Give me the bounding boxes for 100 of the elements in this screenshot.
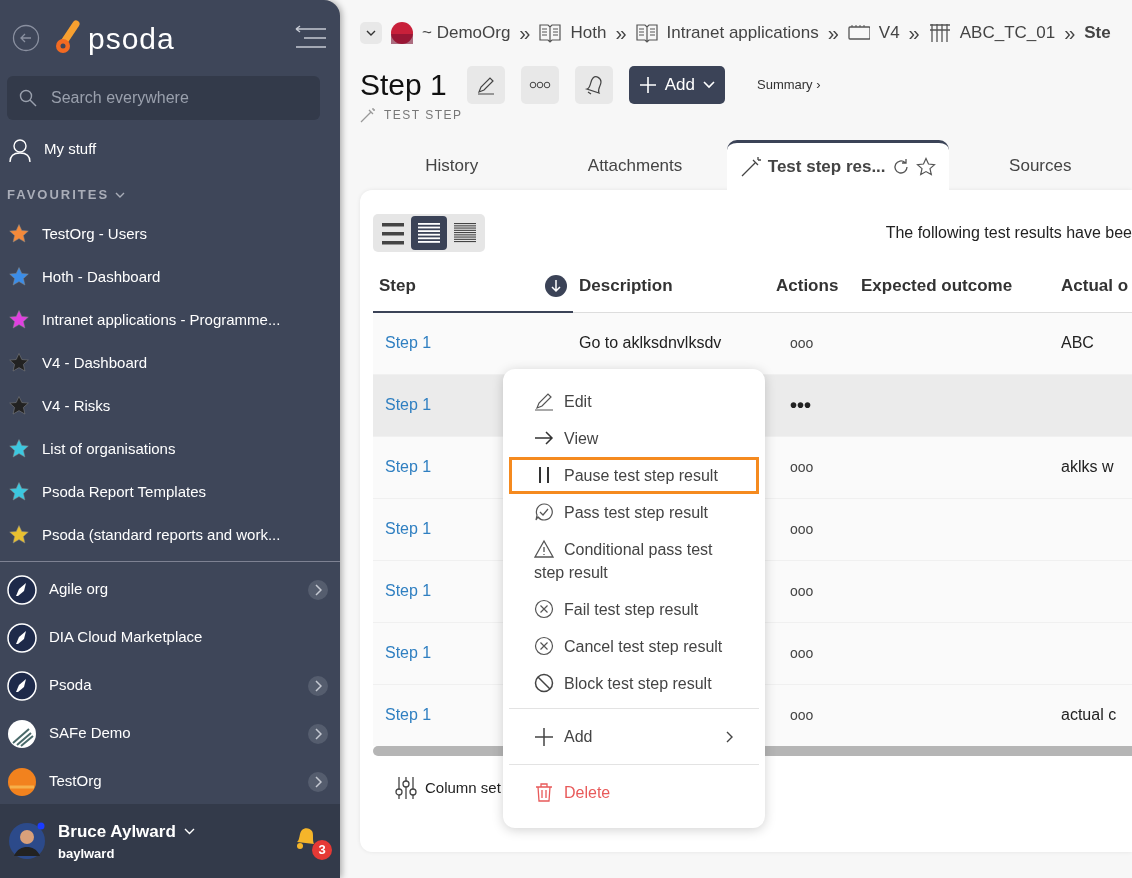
chevron-right-icon [314,583,322,596]
pencil-icon [534,391,554,411]
actions-button[interactable]: ••• [790,390,811,420]
column-settings-link[interactable]: Column set [425,776,501,800]
sort-down-icon[interactable] [545,274,567,297]
lines-icon [381,221,405,245]
avatar-icon[interactable] [8,822,46,860]
column-header[interactable]: Expected outcome [861,276,1013,295]
menu-item[interactable]: Block test step result [509,665,759,702]
summary-link[interactable]: Summary › [757,75,821,95]
menu-item[interactable]: Add [509,715,759,758]
organisation-link[interactable]: DIA Cloud Marketplace [49,626,328,649]
organisation-link[interactable]: TestOrg [49,770,296,793]
breadcrumb-link[interactable]: Hoth [570,20,607,46]
star-icon [8,395,30,417]
refresh-icon[interactable] [891,157,910,176]
actions-button[interactable]: ooo [790,581,814,602]
expand-button[interactable] [308,723,328,744]
menu-item[interactable]: Fail test step result [509,591,759,628]
favourite-link[interactable]: Psoda Report Templates [42,480,206,504]
chevron-down-icon[interactable] [183,827,195,836]
pencil-icon [475,75,496,95]
favourite-link[interactable]: Hoth - Dashboard [42,265,161,289]
menu-item[interactable]: Conditional pass test step result [509,531,759,591]
notify-button[interactable] [574,66,613,104]
org-avatar-icon [391,22,413,44]
expand-button[interactable] [308,579,328,600]
tab[interactable]: History [360,142,544,190]
breadcrumb-link[interactable]: ~ DemoOrg [422,20,511,46]
favourite-link[interactable]: List of organisations [42,437,176,461]
column-header[interactable]: Actual o [1061,276,1129,295]
organisation-link[interactable]: Agile org [49,578,296,601]
back-icon[interactable] [12,24,40,52]
column-header[interactable]: Step [379,272,545,299]
more-button[interactable] [520,66,559,104]
column-header[interactable]: Actions [776,276,839,295]
breadcrumb-link[interactable]: V4 [878,20,900,46]
menu-item[interactable]: Delete [509,771,759,814]
tab[interactable]: Attachments [543,142,727,190]
organisation-link[interactable]: SAFe Demo [49,722,296,745]
chevron-right-icon [726,730,734,743]
caret-icon [703,81,715,89]
step-link[interactable]: Step 1 [379,396,432,413]
actions-button[interactable]: ooo [790,333,814,354]
favourite-link[interactable]: V4 - Risks [42,394,111,418]
breadcrumb-link[interactable]: Intranet applications [666,20,819,46]
step-link[interactable]: Step 1 [379,582,432,599]
plus-icon [534,726,554,747]
search-input[interactable]: Search everywhere [49,85,289,111]
star-icon [8,481,30,503]
menu-item[interactable]: View [509,420,759,457]
search-field[interactable]: Search everywhere [7,76,320,120]
book-icon [635,22,658,44]
star-icon[interactable] [915,156,936,177]
expand-button[interactable] [308,675,328,696]
chevron-right-icon [314,727,322,740]
favourite-link[interactable]: TestOrg - Users [42,222,147,246]
actions-button[interactable]: ooo [790,457,814,478]
step-link[interactable]: Step 1 [379,520,432,537]
tab[interactable]: Sources [948,142,1132,190]
menu-item[interactable]: Edit [509,383,759,420]
step-link[interactable]: Step 1 [379,644,432,661]
section-heading: FAVOURITES [7,186,110,204]
edit-button[interactable] [466,66,505,104]
step-link[interactable]: Step 1 [379,334,432,352]
breadcrumb-link[interactable]: Ste [1084,20,1111,46]
organisation-link[interactable]: Psoda [49,674,296,697]
star-icon [8,223,30,245]
favourite-link[interactable]: Psoda (standard reports and work... [42,523,281,547]
username: baylward [58,845,116,863]
table-cell: aklks w [1061,458,1114,475]
chevron-right-icon [314,679,322,692]
tab[interactable]: Test step res... [726,140,949,190]
sliders-icon[interactable] [395,776,417,800]
actions-button[interactable]: ooo [790,643,814,664]
menu-item[interactable]: Cancel test step result [509,628,759,665]
favourite-link[interactable]: V4 - Dashboard [42,351,148,375]
user-name[interactable]: Bruce Aylward [58,818,176,844]
menu-item[interactable]: Pause test step result [509,457,759,494]
menu-item[interactable]: Pass test step result [509,494,759,531]
favourite-link[interactable]: Intranet applications - Programme... [42,308,281,332]
test-tubes-icon [928,22,951,44]
dropdown-button[interactable] [360,22,382,44]
my-stuff-link[interactable]: My stuff [44,138,97,161]
step-link[interactable]: Step 1 [379,706,432,724]
add-button[interactable]: Add [628,66,725,104]
x-circle-icon [534,636,554,656]
step-link[interactable]: Step 1 [379,458,432,475]
logo-text: psoda [88,20,175,57]
breadcrumb-separator: » [615,21,627,46]
expand-button[interactable] [308,771,328,792]
actions-button[interactable]: ooo [790,519,814,540]
column-header[interactable]: Description [579,276,673,295]
breadcrumb-separator: » [519,21,531,46]
notification-badge: 3 [312,840,332,860]
actions-button[interactable]: ooo [790,705,814,727]
breadcrumb-link[interactable]: ABC_TC_01 [959,20,1056,46]
wand-icon [360,107,376,123]
menu-icon[interactable] [294,25,328,51]
view-mode-button[interactable] [411,216,447,250]
